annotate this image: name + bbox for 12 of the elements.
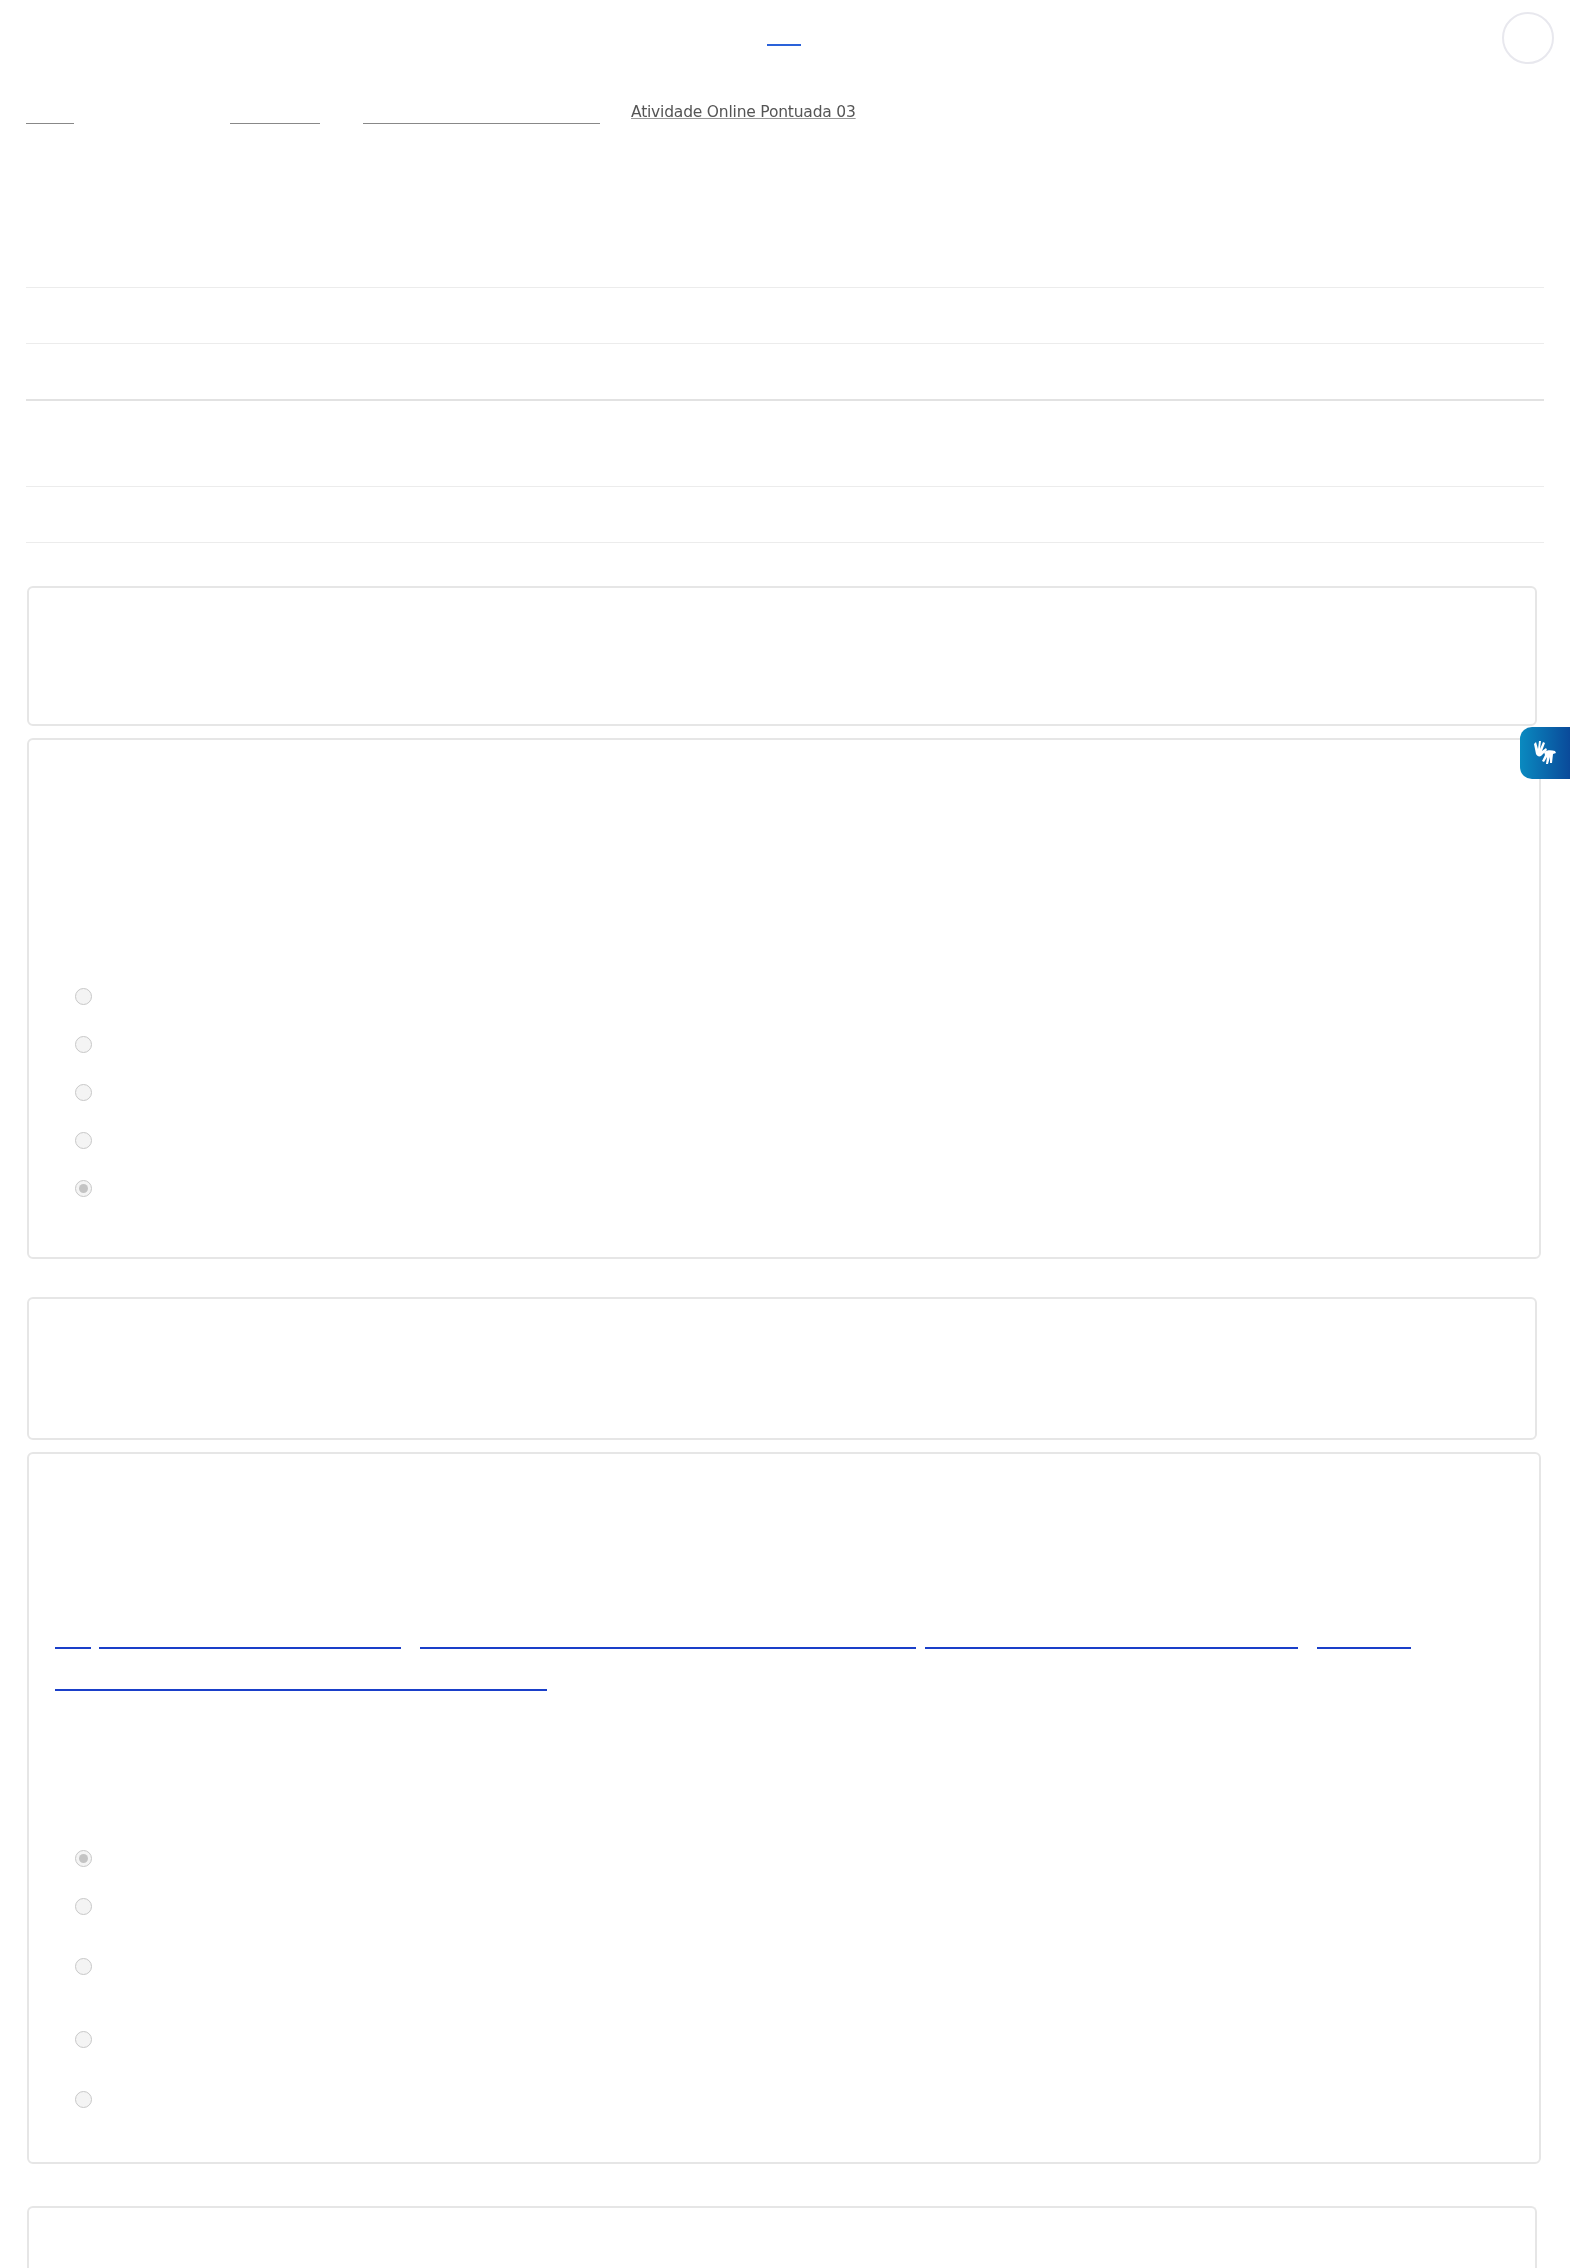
radio-button[interactable] <box>75 988 92 1005</box>
radio-button[interactable] <box>75 1132 92 1149</box>
radio-button[interactable] <box>75 1958 92 1975</box>
radio-button[interactable] <box>75 1898 92 1915</box>
radio-button[interactable] <box>75 1036 92 1053</box>
sign-language-button[interactable] <box>1520 727 1570 779</box>
radio-button[interactable] <box>75 2091 92 2108</box>
radio-button[interactable] <box>75 2031 92 2048</box>
radio-button[interactable] <box>75 1850 92 1867</box>
radio-button[interactable] <box>75 1084 92 1101</box>
radio-button[interactable] <box>75 1180 92 1197</box>
breadcrumb-link[interactable]: Atividade Online Pontuada 03 <box>631 103 856 121</box>
